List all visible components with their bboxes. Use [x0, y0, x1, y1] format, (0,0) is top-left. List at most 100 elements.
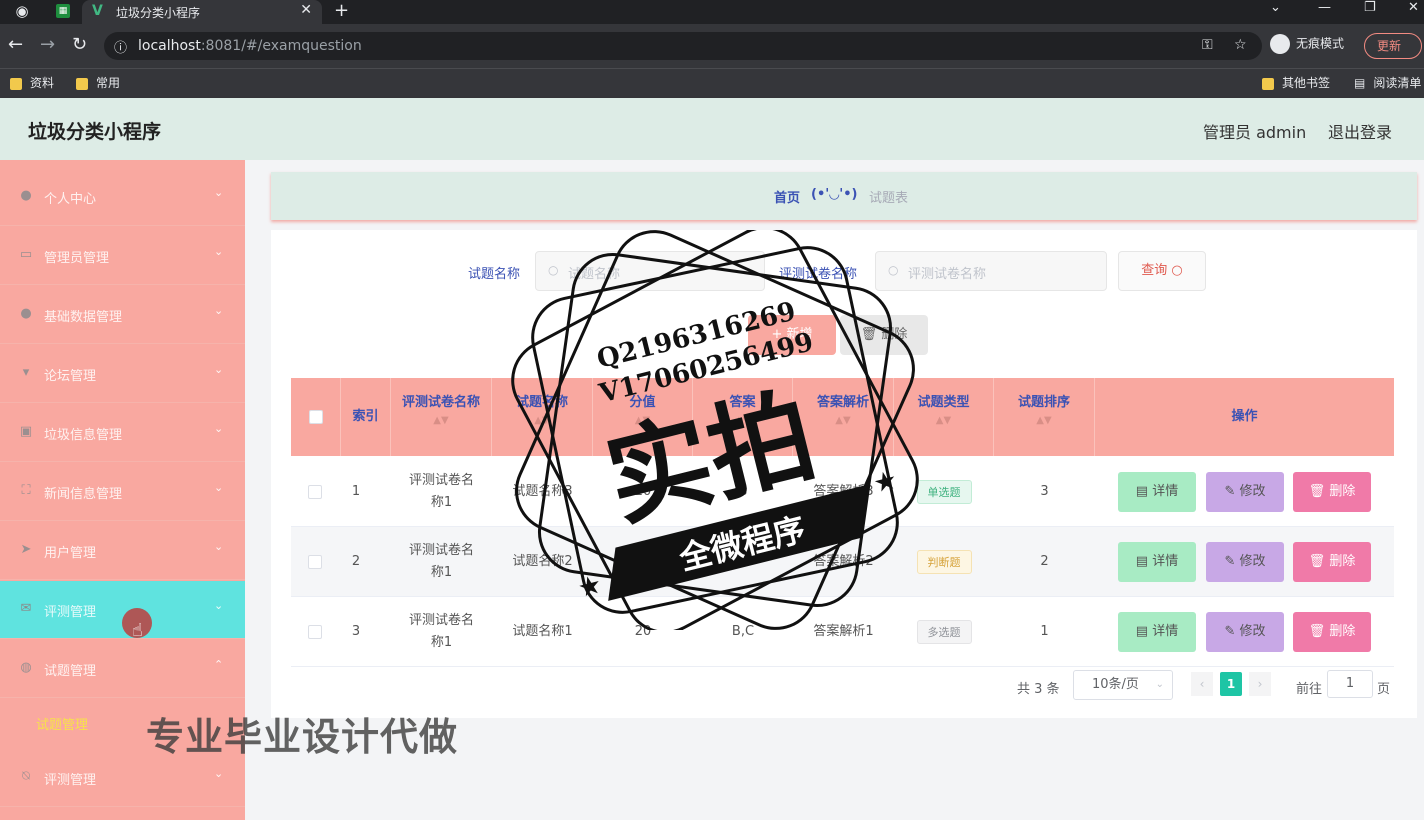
goto-prefix: 前往: [1296, 682, 1323, 697]
status-badge: 多选题: [916, 620, 972, 644]
sidebar-item-label: 管理员管理: [44, 251, 110, 266]
bookmark-folder[interactable]: 常用: [76, 74, 120, 91]
pencil-icon: ✎: [1224, 624, 1236, 639]
sidebar-item-question-management[interactable]: ◍ 试题管理 ⌃: [0, 640, 245, 698]
sidebar-item-garbage-info[interactable]: ▣ 垃圾信息管理 ⌄: [0, 404, 245, 462]
incognito-indicator[interactable]: 无痕模式: [1270, 34, 1344, 54]
chevron-down-icon: ⌄: [214, 767, 224, 780]
pencil-icon: ✎: [1224, 484, 1236, 499]
sidebar-item-admin-management[interactable]: ▭ 管理员管理 ⌄: [0, 227, 245, 285]
trash-icon: ▣: [19, 424, 33, 439]
edit-button[interactable]: ✎ 修改: [1206, 542, 1284, 582]
cell-index: 3: [351, 624, 361, 639]
row-checkbox[interactable]: [308, 555, 322, 569]
breadcrumb: 首页 (•'◡'•) 试题表: [271, 172, 1417, 220]
key-icon[interactable]: ⚿: [1202, 37, 1213, 53]
chevron-down-icon: ⌄: [214, 304, 224, 317]
sort-icon[interactable]: ▲▼: [894, 414, 993, 428]
plus-icon: +: [771, 327, 783, 342]
app-header: 垃圾分类小程序 管理员 admin 退出登录: [0, 98, 1424, 160]
delete-button[interactable]: 🗑 删除: [1293, 472, 1371, 512]
question-name-input[interactable]: ○ 试题名称: [535, 251, 765, 291]
vue-icon: V: [92, 3, 103, 19]
sidebar-item-users[interactable]: ➤ 用户管理 ⌄: [0, 522, 245, 580]
row-checkbox[interactable]: [308, 625, 322, 639]
browser-tab[interactable]: V 垃圾分类小程序 ✕: [82, 0, 322, 24]
document-icon: ▤: [1135, 624, 1149, 639]
sidebar-item-base-data[interactable]: ● 基础数据管理 ⌄: [0, 286, 245, 344]
next-page-button[interactable]: ›: [1249, 672, 1271, 696]
cell-score: 20: [634, 484, 652, 499]
add-button[interactable]: + 新增: [748, 315, 836, 355]
info-icon[interactable]: ⓘ: [114, 37, 127, 56]
user-icon: ●: [20, 306, 32, 321]
address-bar: ← → ↻ ⓘ localhost:8081/#/examquestion ⚿ …: [0, 24, 1424, 68]
column-question-type[interactable]: 试题类型 ▲▼: [894, 378, 994, 456]
star-icon[interactable]: ☆: [1234, 37, 1247, 53]
page-size-select[interactable]: 10条/页 ⌄: [1073, 670, 1173, 700]
edit-button[interactable]: ✎ 修改: [1206, 472, 1284, 512]
detail-button[interactable]: ▤ 详情: [1118, 542, 1196, 582]
sort-icon[interactable]: ▲▼: [492, 414, 592, 428]
globe-icon[interactable]: ◉: [14, 3, 30, 19]
sort-icon[interactable]: ▲▼: [693, 414, 792, 428]
sidebar-item-label: 用户管理: [44, 546, 97, 561]
query-button[interactable]: 查询 ○: [1118, 251, 1206, 291]
detail-button[interactable]: ▤ 详情: [1118, 612, 1196, 652]
column-paper-name[interactable]: 评测试卷名称 ▲▼: [391, 378, 492, 456]
content-panel: 试题名称 ○ 试题名称 评测试卷名称 ○ 评测试卷名称 查询 ○ + 新增 🗑 …: [271, 230, 1417, 718]
column-score[interactable]: 分值 ▲▼: [593, 378, 693, 456]
bulk-delete-button[interactable]: 🗑 删除: [840, 315, 928, 355]
maximize-icon[interactable]: ❐: [1364, 0, 1376, 15]
column-question-name[interactable]: 试题名称 ▲▼: [492, 378, 593, 456]
sort-icon[interactable]: ▲▼: [793, 414, 893, 428]
delete-button[interactable]: 🗑 删除: [1293, 542, 1371, 582]
select-all-checkbox[interactable]: [309, 410, 323, 424]
forward-icon[interactable]: →: [40, 34, 55, 55]
sidebar-item-forum[interactable]: ▾ 论坛管理 ⌄: [0, 345, 245, 403]
send-icon: ➤: [20, 542, 32, 557]
page-number-current[interactable]: 1: [1220, 672, 1242, 696]
sort-icon[interactable]: ▲▼: [391, 414, 491, 428]
detail-button[interactable]: ▤ 详情: [1118, 472, 1196, 512]
prev-page-button[interactable]: ‹: [1191, 672, 1213, 696]
reload-icon[interactable]: ↻: [72, 34, 87, 55]
url-path: :8081/#/examquestion: [200, 38, 362, 54]
chevron-down-icon[interactable]: ⌄: [1270, 0, 1281, 15]
edit-button[interactable]: ✎ 修改: [1206, 612, 1284, 652]
logout-link[interactable]: 退出登录: [1328, 119, 1392, 143]
sidebar-item-label: 评测管理: [44, 605, 97, 620]
minimize-icon[interactable]: —: [1318, 0, 1331, 15]
cell-paper-name: 评测试卷名称1: [408, 613, 474, 650]
trash-icon: 🗑: [1308, 624, 1326, 639]
document-icon: ▤: [1135, 484, 1149, 499]
cell-question-order: 1: [1040, 624, 1049, 639]
url-host: localhost: [138, 38, 201, 54]
new-tab-icon[interactable]: +: [334, 0, 349, 21]
bookmarks-bar: 资料 常用 其他书签 ▤ 阅读清单: [0, 68, 1424, 98]
update-button[interactable]: 更新: [1364, 33, 1422, 59]
breadcrumb-home[interactable]: 首页: [774, 187, 800, 206]
sidebar-item-news[interactable]: ⛶ 新闻信息管理 ⌄: [0, 463, 245, 521]
bookmark-folder[interactable]: 资料: [10, 74, 54, 91]
close-tab-icon[interactable]: ✕: [300, 2, 312, 18]
cell-answer: B: [738, 484, 748, 499]
cell-question-type: 多选题: [894, 597, 994, 667]
back-icon[interactable]: ←: [8, 34, 23, 55]
bookmark-folder-other[interactable]: 其他书签: [1262, 74, 1330, 91]
column-analysis[interactable]: 答案解析 ▲▼: [793, 378, 894, 456]
reading-list[interactable]: ▤ 阅读清单: [1354, 74, 1421, 91]
paper-name-input[interactable]: ○ 评测试卷名称: [875, 251, 1107, 291]
goto-page-input[interactable]: 1: [1327, 670, 1373, 698]
sidebar-item-personal-center[interactable]: ● 个人中心 ⌄: [0, 168, 245, 226]
column-question-order[interactable]: 试题排序 ▲▼: [994, 378, 1095, 456]
column-answer[interactable]: 答案 ▲▼: [693, 378, 793, 456]
sheets-tab-icon[interactable]: ▦: [56, 4, 70, 18]
row-checkbox[interactable]: [308, 485, 322, 499]
delete-button[interactable]: 🗑 删除: [1293, 612, 1371, 652]
window-close-icon[interactable]: ✕: [1408, 0, 1419, 15]
sort-icon[interactable]: ▲▼: [593, 414, 692, 428]
sidebar-item-evaluation[interactable]: ✉ 评测管理 ⌄: [0, 581, 245, 639]
url-field[interactable]: ⓘ localhost:8081/#/examquestion ⚿ ☆: [104, 32, 1262, 60]
sort-icon[interactable]: ▲▼: [994, 414, 1094, 428]
